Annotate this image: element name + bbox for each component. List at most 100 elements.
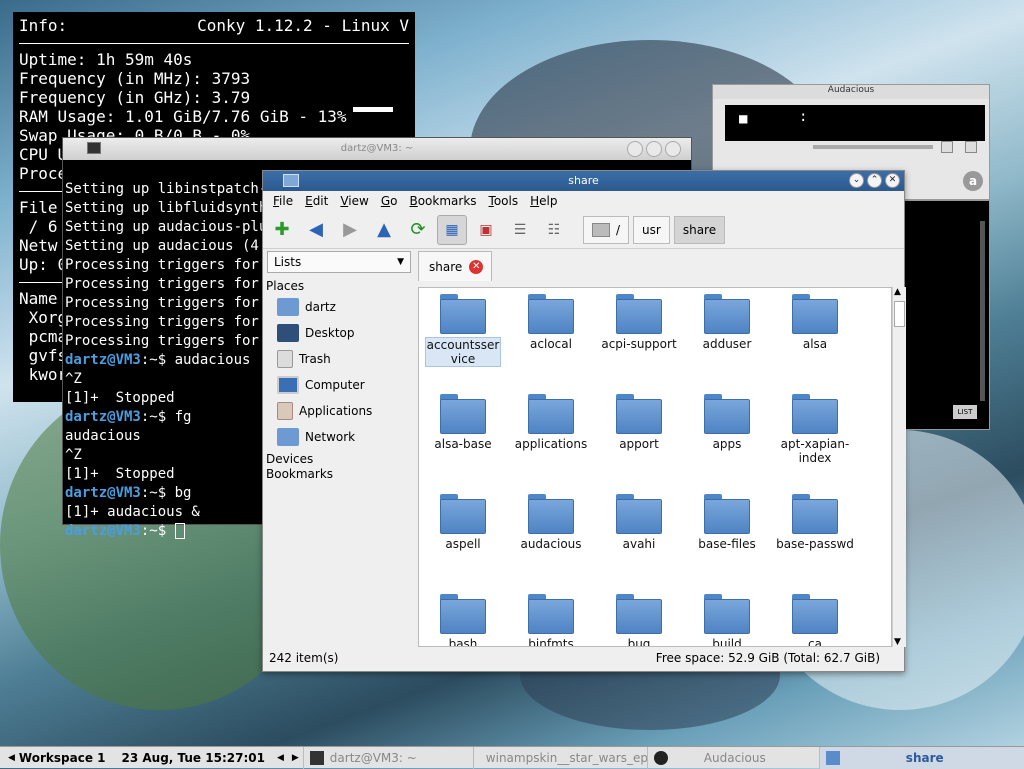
menu-edit[interactable]: Edit	[299, 194, 334, 208]
folder-item[interactable]: bash	[419, 594, 507, 646]
folder-item[interactable]: apt-xapian-index	[771, 394, 859, 465]
folder-item[interactable]: build	[683, 594, 771, 646]
sidebar-item-trash[interactable]: Trash	[263, 346, 415, 372]
file-manager-window[interactable]: share ⌄ ⌃ ✕ File Edit View Go Bookmarks To…	[262, 170, 906, 672]
menu-file[interactable]: File	[267, 194, 299, 208]
detail-view-button[interactable]: ☷	[539, 215, 569, 245]
item-count: 242 item(s)	[269, 651, 339, 665]
scroll-up-icon[interactable]: ▲	[894, 287, 901, 297]
task-audacious[interactable]: Audacious	[646, 746, 819, 769]
menu-help[interactable]: Help	[524, 194, 563, 208]
back-button[interactable]: ◀	[301, 215, 331, 245]
menu-tools[interactable]: Tools	[483, 194, 525, 208]
plus-icon: ✚	[274, 219, 290, 240]
sidebar-item-desktop[interactable]: Desktop	[263, 320, 415, 346]
folder-item[interactable]: acpi-support	[595, 294, 683, 351]
folder-item[interactable]: base-files	[683, 494, 771, 551]
folder-label: alsa-base	[434, 437, 492, 451]
folder-item[interactable]: aclocal	[507, 294, 595, 351]
scrollbar-thumb[interactable]	[894, 301, 905, 327]
sidebar-item-computer[interactable]: Computer	[263, 372, 415, 398]
sidebar-heading-places: Places	[266, 279, 305, 293]
folder-item[interactable]: applications	[507, 394, 595, 451]
compact-view-button[interactable]: ☰	[505, 215, 535, 245]
folder-item[interactable]: apport	[595, 394, 683, 451]
sidebar: Lists ▼ Places dartz Desktop Trash Comput…	[263, 249, 415, 647]
conky-info-value: Conky 1.12.2 - Linux V	[197, 16, 409, 35]
sidebar-item-applications[interactable]: Applications	[263, 398, 415, 424]
new-tab-button[interactable]: ✚	[267, 215, 297, 245]
folder-icon	[440, 394, 486, 434]
workspace-switcher[interactable]: ◀ Workspace 1	[0, 751, 113, 765]
audacious-playlist[interactable]: LIST	[902, 200, 990, 430]
close-tab-icon[interactable]: ✕	[469, 259, 484, 274]
arrow-right-icon[interactable]: ▶	[288, 753, 303, 763]
menu-go[interactable]: Go	[375, 194, 404, 208]
path-share[interactable]: share	[673, 215, 726, 244]
terminal-command: bg	[174, 485, 192, 501]
menu-view[interactable]: View	[334, 194, 374, 208]
folder-icon	[792, 294, 838, 334]
terminal-titlebar[interactable]: dartz@VM3: ~	[63, 138, 691, 160]
maximize-button[interactable]: ⌃	[867, 173, 882, 188]
task-browser[interactable]: winampskin__star_wars_epi	[472, 746, 647, 769]
volume-slider[interactable]	[813, 145, 933, 149]
task-terminal[interactable]: dartz@VM3: ~	[302, 746, 473, 769]
reload-button[interactable]: ⟳	[403, 215, 433, 245]
thumbnail-view-button[interactable]: ▣	[471, 215, 501, 245]
audacious-title: Audacious	[713, 85, 989, 99]
folder-icon	[792, 394, 838, 434]
sidebar-heading-bookmarks[interactable]: Bookmarks	[263, 467, 415, 482]
terminal-cursor[interactable]	[174, 523, 185, 539]
folder-item[interactable]: apps	[683, 394, 771, 451]
playlist-scrollbar[interactable]	[980, 221, 985, 401]
maximize-button[interactable]	[646, 141, 662, 157]
folder-item[interactable]: adduser	[683, 294, 771, 351]
folder-item[interactable]: audacious	[507, 494, 595, 551]
terminal-prompt: dartz@VM3	[65, 485, 141, 501]
path-usr[interactable]: usr	[633, 215, 670, 244]
folder-item[interactable]: accountsservice	[419, 294, 507, 367]
icon-view-button[interactable]: ▦	[437, 214, 467, 245]
sidebar-mode-select[interactable]: Lists ▼	[267, 251, 411, 273]
display-cursor-icon: ■	[739, 111, 748, 127]
conky-file: File	[19, 198, 58, 217]
sidebar-heading-devices[interactable]: Devices	[263, 452, 415, 467]
eq-button[interactable]	[941, 141, 953, 153]
minimize-button[interactable]	[627, 141, 643, 157]
close-button[interactable]: ✕	[885, 173, 900, 188]
path-root[interactable]: /	[583, 215, 630, 244]
arrow-left-icon[interactable]: ◀	[273, 753, 288, 763]
drive-icon	[592, 222, 610, 237]
playlist-list-button[interactable]: LIST	[953, 405, 977, 419]
folder-item[interactable]: alsa-base	[419, 394, 507, 451]
folder-item[interactable]: bug	[595, 594, 683, 646]
folder-item[interactable]: avahi	[595, 494, 683, 551]
folder-icon	[792, 494, 838, 534]
conky-proc-1: Xorg	[19, 308, 68, 327]
folder-item[interactable]: ca	[771, 594, 859, 646]
audacious-logo-icon: a	[963, 171, 983, 191]
close-button[interactable]	[665, 141, 681, 157]
tab-share[interactable]: share ✕	[418, 251, 493, 281]
menu-bookmarks[interactable]: Bookmarks	[403, 194, 482, 208]
folder-item[interactable]: binfmts	[507, 594, 595, 646]
conky-file2: / 6	[19, 217, 58, 236]
file-manager-titlebar[interactable]: share ⌄ ⌃ ✕	[263, 171, 904, 191]
folder-label: accountsservice	[425, 337, 501, 367]
forward-button[interactable]: ▶	[335, 215, 365, 245]
sidebar-item-dartz[interactable]: dartz	[263, 294, 415, 320]
folder-item[interactable]: base-passwd	[771, 494, 859, 551]
sidebar-item-network[interactable]: Network	[263, 424, 415, 450]
folder-icon	[792, 594, 838, 634]
minimize-button[interactable]: ⌄	[849, 173, 864, 188]
folder-item[interactable]: aspell	[419, 494, 507, 551]
playlist-toggle-button[interactable]	[965, 141, 977, 153]
folder-item[interactable]: alsa	[771, 294, 859, 351]
folder-scrollbar[interactable]: ▲ ▼	[892, 287, 906, 647]
folder-view[interactable]: accountsservice aclocal acpi-support adduse…	[418, 287, 892, 647]
up-button[interactable]: ▲	[369, 215, 399, 245]
applications-icon	[277, 402, 293, 420]
home-folder-icon	[277, 298, 299, 316]
task-file-manager[interactable]: share	[818, 746, 1024, 769]
